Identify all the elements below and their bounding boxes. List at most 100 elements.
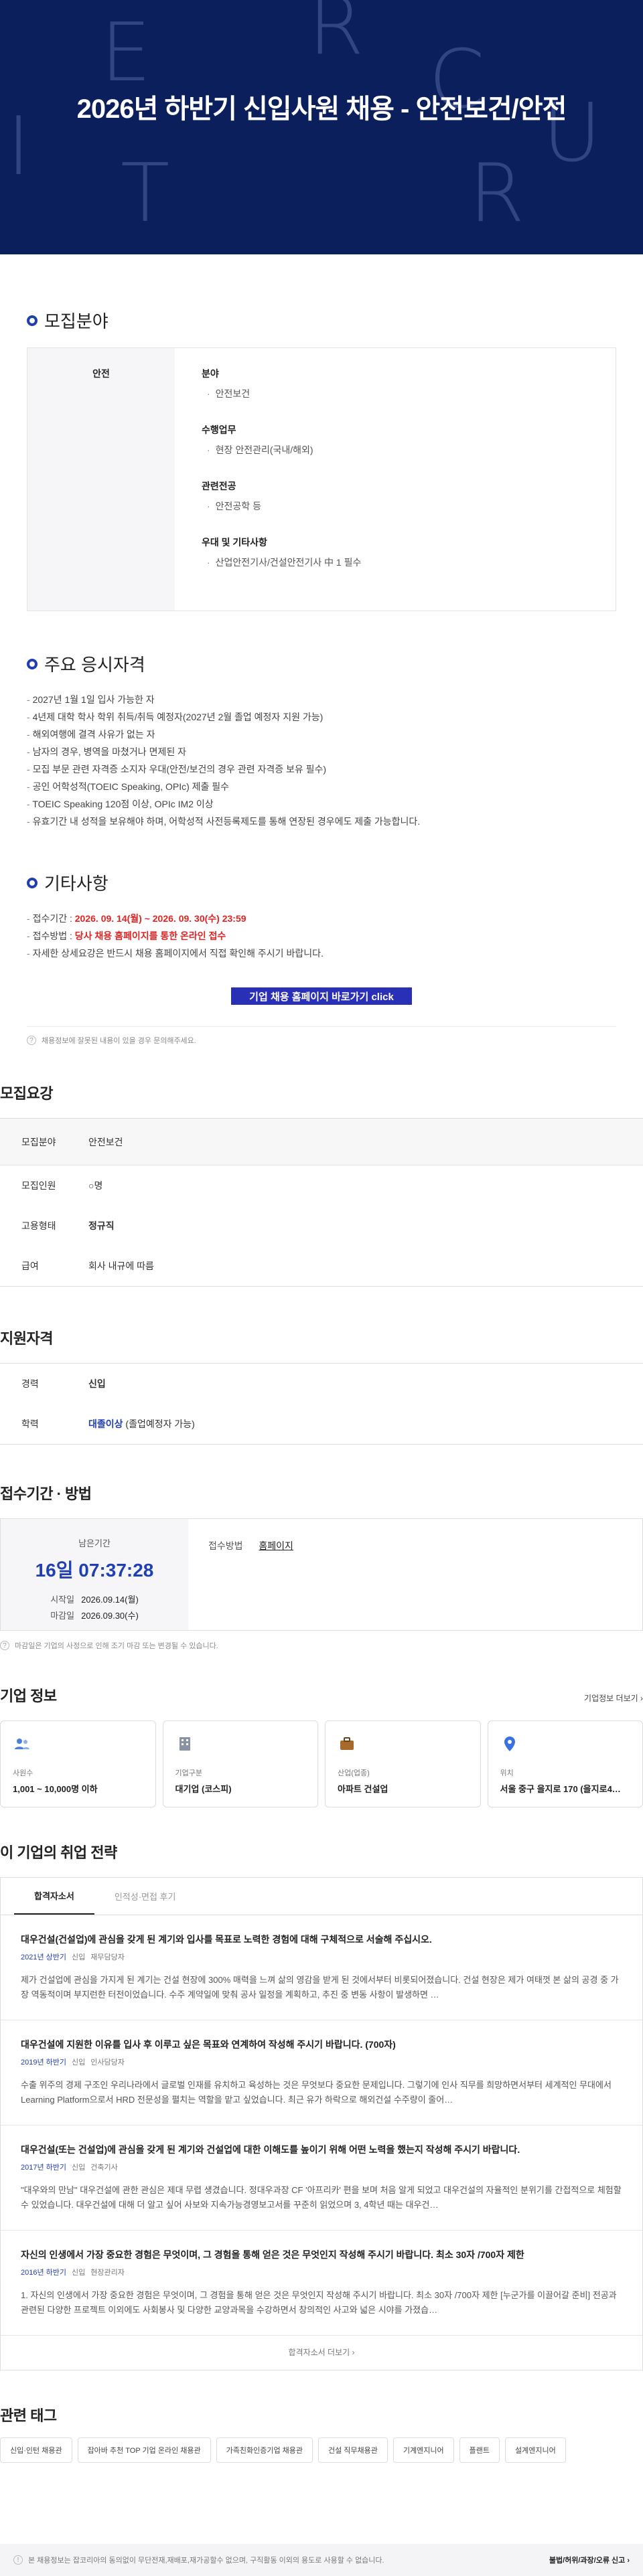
row-label: 경력 [21,1378,39,1389]
copyright-text: 본 채용정보는 잡코리아의 동의없이 무단전재,재배포,재가공할수 없으며, 구… [28,2557,384,2565]
year: 2021년 상반기 [21,1953,67,1961]
page-title: 2026년 하반기 신입사원 채용 - 안전보건/안전 [76,94,567,124]
report-link[interactable]: 불법/허위/과장/오류 신고 › [549,2555,630,2565]
card-value: 아파트 건설업 [338,1784,388,1794]
info-icon: ! [13,2555,23,2565]
strategy-more-link[interactable]: 합격자소서 더보기 › [1,2336,642,2370]
tag[interactable]: 기계엔지니어 [392,2437,454,2463]
list-item: TOEIC Speaking 120점 이상, OPIc IM2 이상 [27,795,616,813]
tab-cover-letter[interactable]: 합격자소서 [14,1878,94,1915]
field-block-value: 안전공학 등 [202,499,589,513]
field-block: 관련전공 안전공학 등 [202,479,589,513]
answer: 수출 위주의 경제 구조인 우리나라에서 글로벌 인재를 유치하고 육성하는 것… [21,2080,612,2105]
section-title: 기타사항 [44,874,109,894]
answer: 제가 건설업에 관심을 가지게 된 계기는 건설 현장에 300% 매력을 느껴… [21,1975,619,2000]
info-icon: ? [27,1036,36,1045]
ring-icon [27,315,38,326]
remain-label: 남은기간 [78,1538,111,1548]
deco-letter: E [100,7,151,100]
list-item: 자세한 상세요강은 반드시 채용 홈페이지에서 직접 확인해 주시기 바랍니다. [27,945,616,962]
company-homepage-button[interactable]: 기업 채용 홈페이지 바로가기 click [231,987,412,1005]
period-value: 2026. 09. 14(월) ~ 2026. 09. 30(수) 23:59 [74,913,246,924]
homepage-link[interactable]: 홈페이지 [259,1540,293,1551]
deadline-notice: ? 마감일은 기업의 사정으로 인해 조기 마감 또는 변경될 수 있습니다. [0,1636,643,1651]
table-row: 급여 회사 내규에 따름 [0,1246,643,1286]
building-icon [179,1737,190,1751]
row-value: ○명 [88,1180,103,1191]
table-row: 고용형태 정규직 [0,1206,643,1246]
field-block-title: 우대 및 기타사항 [202,537,267,548]
question: 대우건설에 지원한 이유를 입사 후 이루고 싶은 목표와 연계하여 작성해 주… [21,2039,396,2050]
list-item[interactable]: 대우건설(또는 건설업)에 관심을 갖게 된 계기와 건설업에 대한 이해도를 … [1,2125,642,2231]
row-value: 회사 내규에 따름 [88,1261,154,1271]
year: 2019년 하반기 [21,2059,67,2067]
type: 신입 [72,2059,86,2067]
field-block: 수행업무 현장 안전관리(국내/해외) [202,423,589,457]
card-value: 대기업 (코스피) [175,1784,232,1794]
list-item: 접수기간 : 2026. 09. 14(월) ~ 2026. 09. 30(수)… [27,910,616,927]
list-item[interactable]: 대우건설(건설업)에 관심을 갖게 된 계기와 입사를 목표로 노력한 경험에 … [1,1915,642,2020]
pin-icon [504,1737,515,1751]
start-value: 2026.09.14(월) [81,1595,139,1605]
list-item[interactable]: 자신의 인생에서 가장 중요한 경험은 무엇이며, 그 경험을 통해 얻은 것은… [1,2231,642,2336]
field-block: 분야 안전보건 [202,367,589,400]
company-card: 기업구분 대기업 (코스피) [162,1720,318,1807]
job: 재무담당자 [90,1953,125,1961]
deco-letter: R [308,0,364,73]
list-item: 2027년 1월 1일 입사 가능한 자 [27,691,616,708]
card-label: 위치 [500,1769,514,1777]
table-row: 학력 대졸이상 (졸업예정자 가능) [0,1404,643,1444]
tag[interactable]: 설계엔지니어 [505,2437,566,2463]
company-card: 위치 서울 중구 을지로 170 (을지로4… [487,1720,643,1807]
ring-icon [27,877,38,888]
answer: 1. 자신의 인생에서 가장 중요한 경험은 무엇이며, 그 경험을 통해 얻은… [21,2290,617,2315]
tag[interactable]: 가족친화인증기업 채용관 [216,2437,313,2463]
company-card: 사원수 1,001 ~ 10,000명 이하 [0,1720,156,1807]
row-label: 모집분야 [21,1136,56,1147]
apply-period-box: 남은기간 16일 07:37:28 시작일 마감일 2026.09.14(월) 20… [0,1518,643,1631]
apply-heading: 접수기간 · 방법 [0,1485,92,1502]
etc-heading: 기타사항 [27,870,616,895]
recruit-field-heading: 모집분야 [27,308,616,333]
company-more-link[interactable]: 기업정보 더보기 › [584,1692,643,1704]
people-icon [15,1739,29,1749]
tag[interactable]: 건설 직무채용관 [318,2437,388,2463]
section-title: 주요 응시자격 [44,655,145,675]
list-item: 4년제 대학 학사 학위 취득/취득 예정자(2027년 2월 졸업 예정자 지… [27,708,616,726]
tag[interactable]: 신입·인턴 채용관 [0,2437,72,2463]
list-item: 접수방법 : 당사 채용 홈페이지를 통한 온라인 접수 [27,927,616,945]
question: 대우건설(또는 건설업)에 관심을 갖게 된 계기와 건설업에 대한 이해도를 … [21,2144,520,2155]
tag[interactable]: 잡아바 추천 TOP 기업 온라인 채용관 [77,2437,211,2463]
etc-list: 접수기간 : 2026. 09. 14(월) ~ 2026. 09. 30(수)… [27,910,616,962]
field-block-value: 산업안전기사/건설안전기사 中 1 필수 [202,556,589,569]
eligibility-heading: 지원자격 [0,1330,53,1347]
tab-interview-review[interactable]: 인적성·면접 후기 [94,1878,196,1915]
list-item: 유효기간 내 성적을 보유해야 하며, 어학성적 사전등록제도를 통해 연장된 … [27,813,616,830]
company-cards: 사원수 1,001 ~ 10,000명 이하 기업구분 대기업 (코스피) 산업… [0,1720,643,1807]
list-item[interactable]: 대우건설에 지원한 이유를 입사 후 이루고 싶은 목표와 연계하여 작성해 주… [1,2020,642,2125]
year: 2016년 하반기 [21,2269,67,2277]
card-label: 사원수 [13,1769,33,1777]
field-category: 안전 [27,348,175,611]
footer-bar: ! 본 채용정보는 잡코리아의 동의없이 무단전재,재배포,재가공할수 없으며,… [0,2544,643,2576]
summary-heading: 모집요강 [0,1085,53,1102]
tag[interactable]: 플랜트 [459,2437,500,2463]
card-label: 기업구분 [175,1769,202,1777]
field-block-title: 수행업무 [202,424,236,435]
field-block-value: 현장 안전관리(국내/해외) [202,443,589,457]
method-label: 접수방법 : [32,931,75,941]
info-icon: ? [0,1641,9,1650]
table-row: 모집인원 ○명 [0,1165,643,1206]
deco-letter: R [469,147,525,240]
list-item: 남자의 경우, 병역을 마쳤거나 면제된 자 [27,743,616,760]
qualifications-heading: 주요 응시자격 [27,651,616,676]
ring-icon [27,658,38,669]
strategy-box: 합격자소서 인적성·면접 후기 대우건설(건설업)에 관심을 갖게 된 계기와 … [0,1877,643,2370]
notice-text: 채용정보에 잘못된 내용이 있을 경우 문의해주세요. [42,1037,196,1045]
table-row: 모집분야 안전보건 [0,1119,643,1165]
job: 인사담당자 [90,2059,125,2067]
row-label: 고용형태 [21,1220,56,1231]
error-report-notice: ? 채용정보에 잘못된 내용이 있을 경우 문의해주세요. [27,1026,616,1046]
company-card: 산업(업종) 아파트 건설업 [325,1720,481,1807]
tag-list: 신입·인턴 채용관 잡아바 추천 TOP 기업 온라인 채용관 가족친화인증기업… [0,2437,643,2463]
